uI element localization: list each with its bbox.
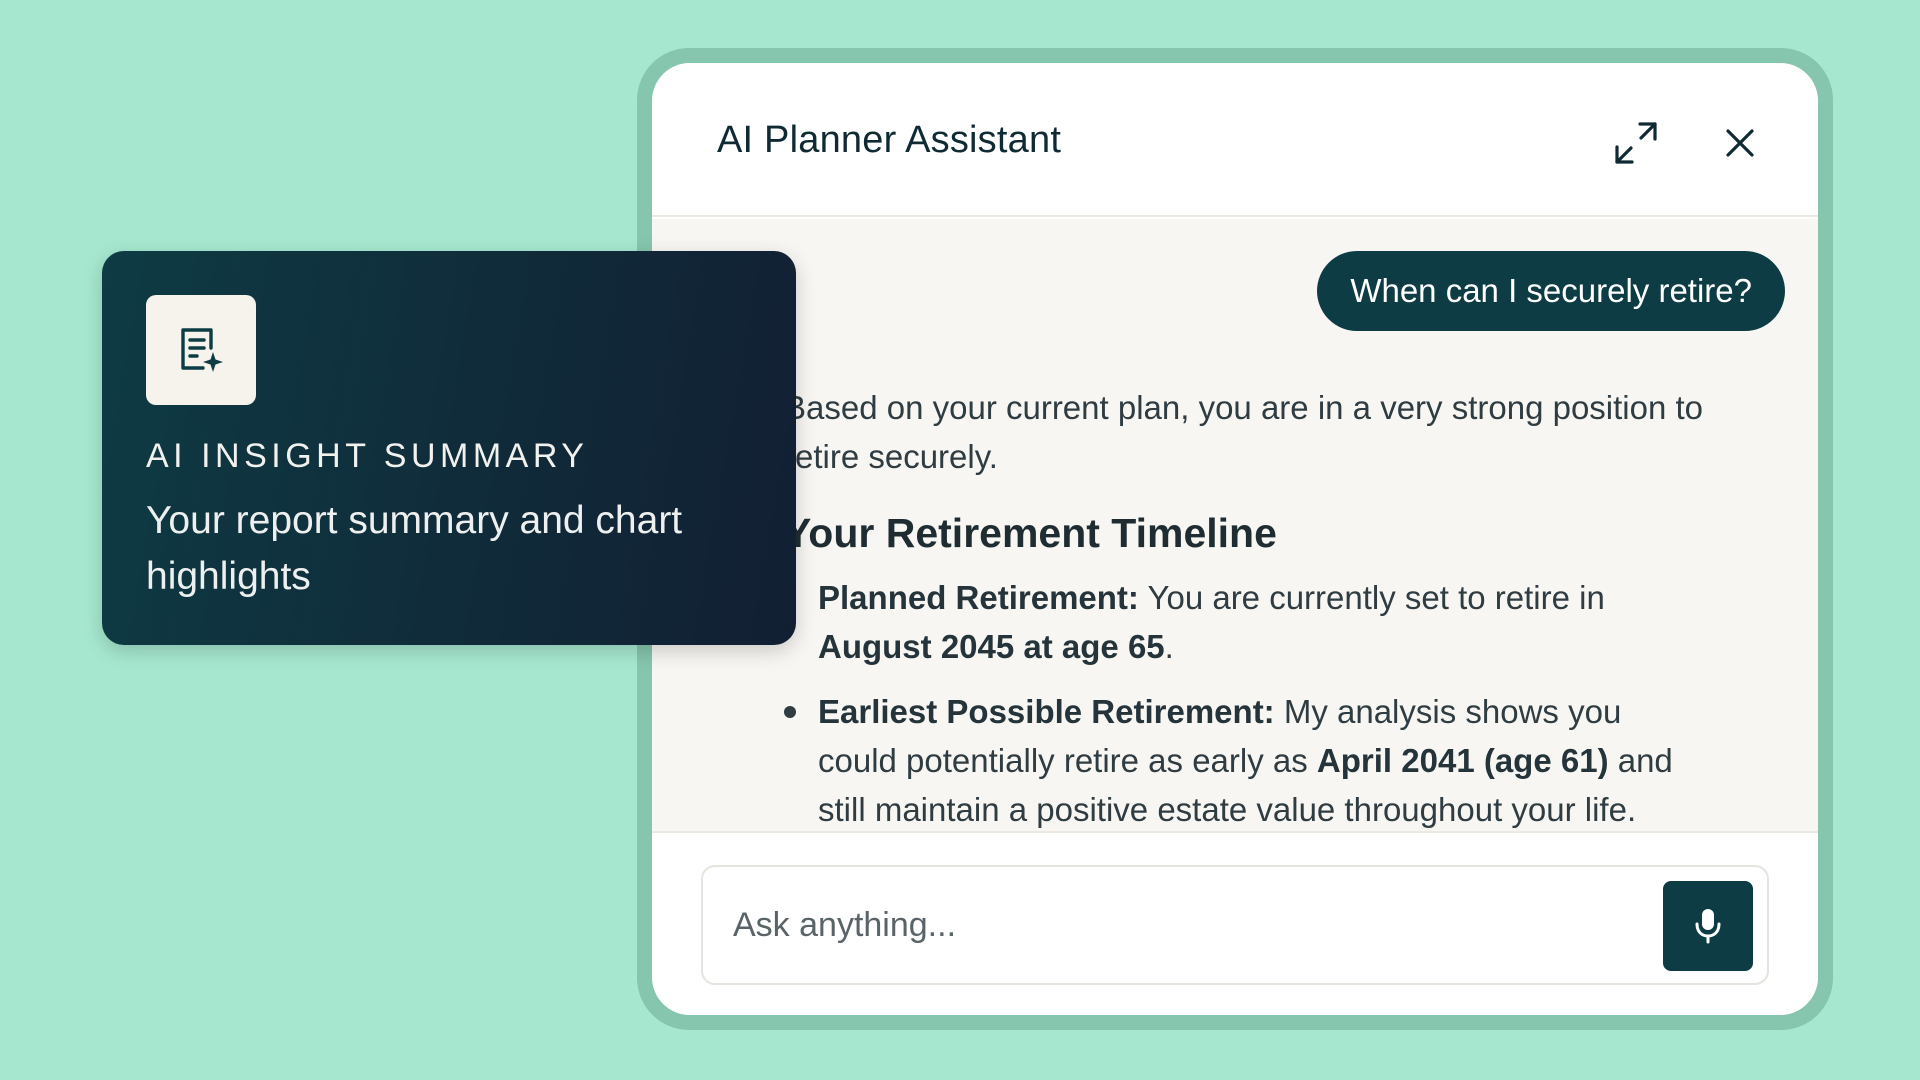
expand-icon xyxy=(1615,122,1657,164)
bullet-label: Planned Retirement: xyxy=(818,579,1139,616)
microphone-icon xyxy=(1695,909,1721,944)
bullet-label: Earliest Possible Retirement: xyxy=(818,693,1275,730)
close-icon xyxy=(1726,129,1754,157)
ask-input[interactable] xyxy=(733,895,1613,955)
report-sparkle-icon xyxy=(181,328,223,372)
reply-intro: Based on your current plan, you are in a… xyxy=(784,389,1704,475)
insight-description: Your report summary and chart highlights xyxy=(146,499,683,598)
chat-header: AI Planner Assistant xyxy=(652,63,1818,217)
chat-title: AI Planner Assistant xyxy=(717,119,1062,161)
expand-button[interactable] xyxy=(1608,115,1664,171)
chat-input-bar xyxy=(652,831,1818,1015)
chat-window: AI Planner Assistant When can I securely… xyxy=(652,63,1818,1015)
insight-icon-tile xyxy=(146,295,256,405)
assistant-reply: Based on your current plan, you are in a… xyxy=(784,383,1704,831)
bullet-emphasis: April 2041 (age 61) xyxy=(1316,742,1609,779)
insight-kicker: AI INSIGHT SUMMARY xyxy=(146,437,589,475)
mic-button[interactable] xyxy=(1663,881,1753,971)
bullet-emphasis: August 2045 at age 65 xyxy=(818,628,1165,665)
bullet-text: You are currently set to retire in xyxy=(1138,579,1605,616)
bullet-dot xyxy=(784,706,796,718)
chat-messages: When can I securely retire? Based on you… xyxy=(652,219,1818,831)
user-message-bubble: When can I securely retire? xyxy=(1317,251,1785,331)
reply-bullet-planned: Planned Retirement: You are currently se… xyxy=(784,573,1704,671)
bullet-text-end: . xyxy=(1164,628,1174,665)
stage: AI Planner Assistant When can I securely… xyxy=(0,0,1920,1080)
insight-summary-card[interactable]: AI INSIGHT SUMMARY Your report summary a… xyxy=(102,251,796,645)
reply-bullet-list: Planned Retirement: You are currently se… xyxy=(784,573,1704,831)
chat-window-frame: AI Planner Assistant When can I securely… xyxy=(637,48,1833,1030)
input-container xyxy=(701,865,1769,985)
reply-heading: Your Retirement Timeline xyxy=(784,510,1277,556)
close-button[interactable] xyxy=(1712,115,1768,171)
reply-bullet-earliest: Earliest Possible Retirement: My analysi… xyxy=(784,687,1704,831)
